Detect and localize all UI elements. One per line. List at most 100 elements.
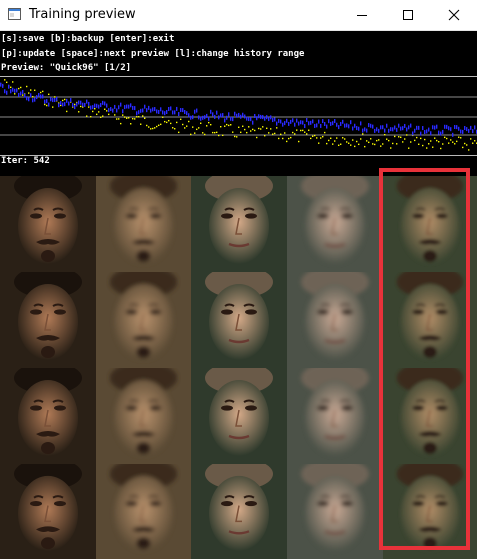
loss-point (6, 90, 8, 95)
source-reconstruction-tile (96, 176, 191, 272)
loss-point (362, 133, 364, 135)
swapped-face-tile (383, 176, 477, 272)
loss-point (164, 120, 166, 123)
loss-point (132, 105, 134, 110)
loss-point (216, 131, 218, 134)
loss-point (156, 109, 158, 114)
loss-point (108, 113, 110, 116)
loss-point (436, 139, 438, 142)
loss-point (178, 131, 180, 134)
loss-point (184, 127, 186, 129)
loss-point (20, 91, 22, 96)
loss-point (182, 108, 184, 113)
loss-point (230, 116, 232, 121)
loss-point (360, 138, 362, 140)
loss-point (274, 117, 276, 122)
loss-point (96, 113, 98, 116)
loss-point (190, 133, 192, 136)
loss-point (252, 128, 254, 131)
loss-point (94, 108, 96, 110)
title-bar[interactable]: Training preview (0, 0, 477, 31)
loss-point (446, 137, 448, 140)
loss-point (206, 113, 208, 118)
loss-point (150, 128, 152, 130)
loss-point (240, 131, 242, 134)
loss-point (60, 101, 62, 106)
loss-point (100, 116, 102, 118)
loss-point (88, 106, 90, 108)
loss-point (224, 125, 226, 127)
loss-point (416, 125, 418, 130)
loss-point (30, 89, 32, 91)
loss-point (356, 140, 358, 143)
loss-point (198, 115, 200, 120)
loss-point (14, 88, 16, 93)
loss-point (154, 107, 156, 112)
loss-point (170, 106, 172, 111)
loss-point (74, 103, 76, 106)
loss-point (100, 103, 102, 108)
loss-point (250, 130, 252, 132)
loss-point (168, 119, 170, 122)
loss-point (382, 143, 384, 145)
loss-point (360, 121, 362, 126)
face-image (191, 176, 287, 272)
loss-point (196, 128, 198, 131)
close-button[interactable] (431, 0, 477, 31)
loss-point (244, 128, 246, 131)
loss-point (86, 99, 88, 104)
loss-point (270, 128, 272, 130)
loss-point (420, 131, 422, 136)
loss-point (52, 106, 54, 108)
loss-point (464, 126, 466, 131)
loss-point (58, 103, 60, 108)
loss-point (338, 125, 340, 130)
loss-point (470, 138, 472, 140)
loss-point (380, 145, 382, 147)
loss-point (4, 79, 6, 81)
loss-point (192, 115, 194, 120)
loss-point (234, 111, 236, 116)
loss-point (468, 149, 470, 151)
loss-point (448, 126, 450, 131)
loss-point (30, 93, 32, 98)
loss-point (198, 127, 200, 129)
loss-point (350, 120, 352, 125)
loss-point (372, 124, 374, 129)
loss-point (202, 132, 204, 134)
loss-point (356, 126, 358, 131)
loss-point (212, 131, 214, 134)
loss-point (110, 106, 112, 111)
maximize-icon (403, 10, 413, 20)
swapped-face-tile (383, 464, 477, 559)
loss-point (76, 102, 78, 107)
loss-point (334, 119, 336, 124)
loss-point (280, 133, 282, 136)
loss-point (182, 123, 184, 126)
loss-point (316, 123, 318, 128)
loss-point (200, 116, 202, 121)
loss-point (376, 127, 378, 132)
loss-point (128, 117, 130, 119)
preview-label: Preview: "Quick96" [1/2] (1, 63, 132, 73)
maximize-button[interactable] (385, 0, 431, 31)
loss-point (344, 123, 346, 128)
minimize-button[interactable] (339, 0, 385, 31)
loss-point (200, 122, 202, 124)
loss-point (284, 132, 286, 134)
loss-point (28, 92, 30, 94)
loss-point (114, 104, 116, 109)
loss-point (336, 122, 338, 127)
loss-point (284, 121, 286, 126)
loss-point (234, 135, 236, 138)
face-image (191, 368, 287, 464)
loss-point (314, 134, 316, 137)
loss-point (192, 126, 194, 128)
loss-point (326, 124, 328, 129)
destination-face-tile (191, 176, 287, 272)
loss-point (406, 127, 408, 132)
loss-point (218, 115, 220, 120)
loss-point (186, 111, 188, 116)
loss-point (108, 108, 110, 113)
loss-point (44, 103, 46, 106)
